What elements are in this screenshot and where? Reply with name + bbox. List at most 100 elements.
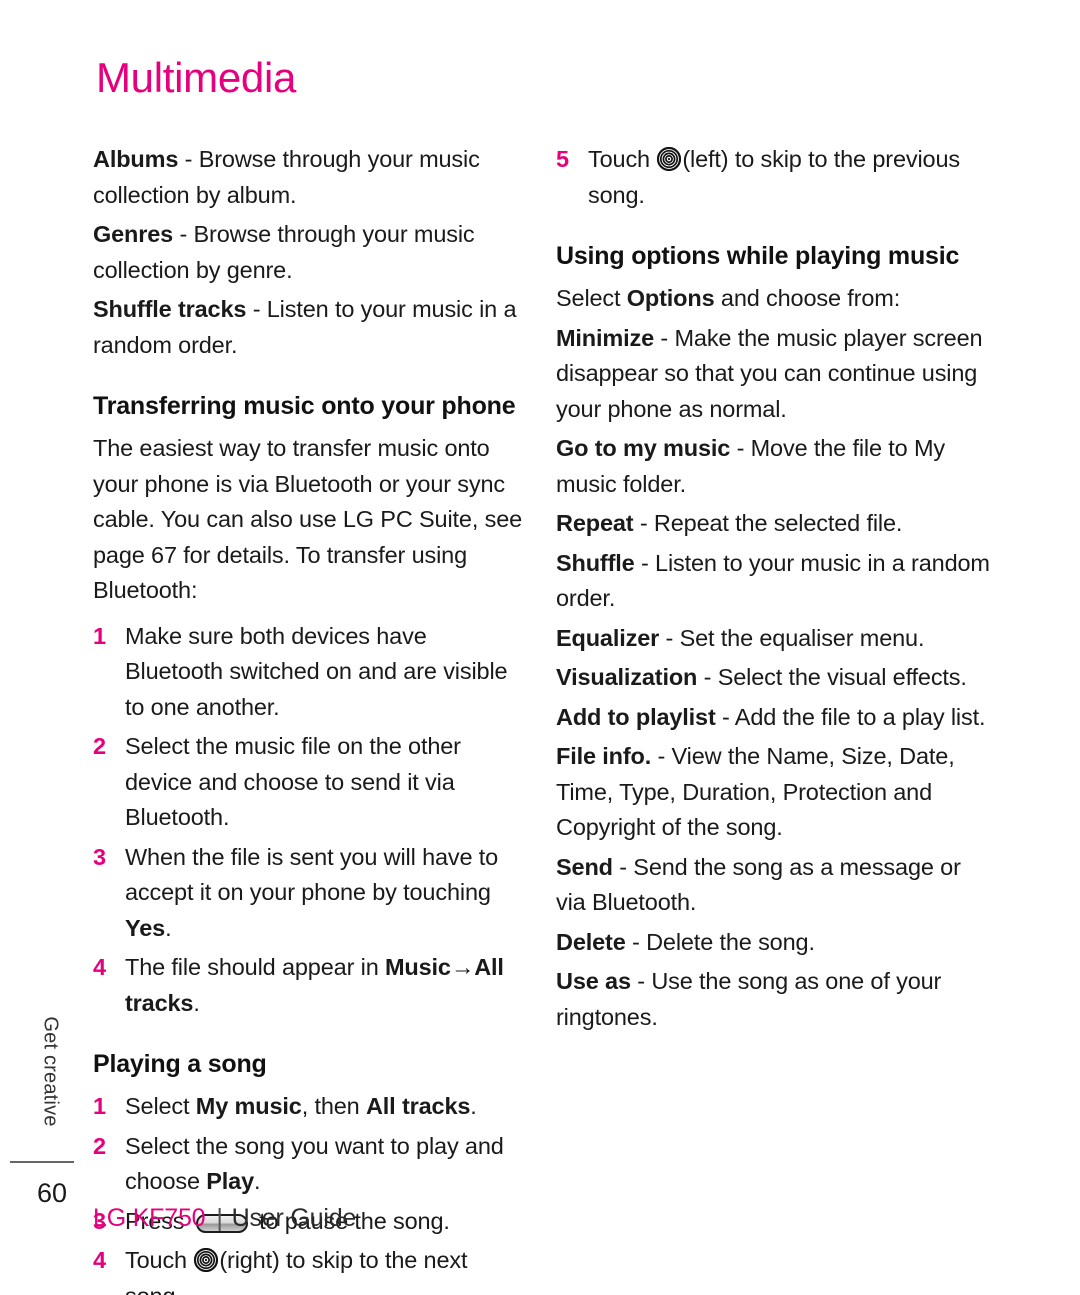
option-use-as: Use as - Use the song as one of your rin…	[556, 964, 992, 1035]
option-delete: Delete - Delete the song.	[556, 925, 992, 961]
page-title: Multimedia	[96, 54, 297, 101]
heading-using-options: Using options while playing music	[556, 242, 960, 270]
list-marker: 4	[93, 954, 106, 980]
list-item-text-end: .	[193, 989, 200, 1016]
dash: -	[654, 324, 675, 351]
list-item-text: Touch	[125, 1247, 194, 1273]
footer-separator: |	[216, 1204, 223, 1232]
list-item: 2 Select the music file on the other dev…	[93, 729, 529, 836]
dash: -	[630, 968, 652, 994]
ui-label-music: Music	[385, 954, 451, 980]
list-item: 1 Make sure both devices have Bluetooth …	[93, 619, 529, 726]
list-item-text: Select the song you want to play and cho…	[125, 1132, 504, 1195]
dash: -	[634, 549, 656, 576]
option-desc-equalizer: Set the equaliser menu.	[679, 624, 925, 651]
dash: -	[730, 435, 751, 461]
list-marker: 3	[93, 843, 106, 870]
list-item: 3 When the file is sent you will have to…	[93, 840, 529, 947]
left-column: Albums - Browse through your music colle…	[93, 142, 529, 1295]
option-desc-repeat: Repeat the selected file.	[653, 510, 903, 536]
list-item-text-end: .	[254, 1168, 261, 1194]
list-item: 2 Select the song you want to play and c…	[93, 1129, 529, 1200]
option-term-visualization: Visualization	[556, 664, 698, 690]
option-term-add-to-playlist: Add to playlist	[556, 703, 716, 730]
list-item-text: The file should appear in	[125, 954, 385, 980]
section-tab-label: Get creative	[39, 1016, 62, 1127]
option-desc-delete: Delete the song.	[646, 928, 815, 955]
options-intro-pre: Select	[556, 285, 627, 311]
option-desc-add-to-playlist: Add the file to a play list.	[734, 703, 986, 730]
section-tab-divider	[10, 1161, 74, 1163]
ui-label-my-music: My music	[195, 1093, 302, 1119]
options-intro-paragraph: Select Options and choose from:	[556, 281, 992, 317]
option-go-to-my-music: Go to my music - Move the file to My mus…	[556, 431, 992, 502]
dash: -	[612, 853, 634, 880]
option-shuffle: Shuffle - Listen to your music in a rand…	[556, 546, 992, 617]
ui-label-options: Options	[626, 285, 715, 311]
dash: -	[651, 743, 672, 769]
definition-term-genres: Genres	[93, 221, 174, 247]
option-equalizer: Equalizer - Set the equaliser menu.	[556, 621, 992, 657]
list-item-text-mid: , then	[301, 1093, 366, 1119]
dash: -	[715, 703, 735, 730]
dash: -	[173, 221, 194, 247]
list-item-text: Touch	[588, 146, 657, 172]
list-item-text: When the file is sent you will have to a…	[125, 843, 499, 906]
option-term-repeat: Repeat	[556, 510, 634, 536]
footer-guide-label: User Guide	[231, 1204, 357, 1232]
definition-albums: Albums - Browse through your music colle…	[93, 142, 529, 213]
heading-playing-a-song: Playing a song	[93, 1050, 267, 1078]
list-marker: 5	[556, 146, 569, 172]
arrow-right-icon: →	[450, 954, 475, 980]
section-tab: Get creative	[10, 988, 80, 1188]
option-visualization: Visualization - Select the visual effect…	[556, 660, 992, 696]
touch-wheel-target-icon	[194, 1248, 219, 1272]
dash: -	[625, 928, 647, 955]
list-marker: 1	[93, 1093, 106, 1119]
option-term-file-info: File info.	[556, 743, 652, 769]
list-item-text: Make sure both devices have Bluetooth sw…	[125, 622, 508, 720]
definition-shuffle-tracks: Shuffle tracks - Listen to your music in…	[93, 292, 529, 363]
list-item-text: Select	[125, 1093, 196, 1119]
ui-label-yes: Yes	[125, 914, 166, 941]
option-term-shuffle: Shuffle	[556, 549, 635, 576]
option-send: Send - Send the song as a message or via…	[556, 850, 992, 921]
dash: -	[659, 624, 680, 651]
dash: -	[178, 146, 199, 172]
list-item-text-end: .	[470, 1093, 477, 1119]
dash: -	[633, 510, 654, 536]
list-marker: 4	[93, 1247, 106, 1273]
option-term-minimize: Minimize	[556, 324, 655, 351]
list-item: 1 Select My music, then All tracks.	[93, 1089, 529, 1125]
list-marker: 2	[93, 1132, 106, 1159]
list-item: 4 Touch (right) to skip to the next song…	[93, 1243, 529, 1295]
definition-term-albums: Albums	[93, 146, 179, 172]
ui-label-all-tracks: All tracks	[365, 1093, 471, 1119]
definition-term-shuffle-tracks: Shuffle tracks	[93, 296, 247, 322]
list-item-text: Select the music file on the other devic…	[125, 733, 461, 830]
touch-wheel-target-icon	[657, 147, 682, 171]
transfer-intro-paragraph: The easiest way to transfer music onto y…	[93, 435, 523, 603]
list-marker: 2	[93, 733, 106, 759]
footer: LG KF750 | User Guide	[93, 1204, 356, 1233]
heading-transferring-music: Transferring music onto your phone	[93, 392, 516, 420]
dash: -	[246, 296, 267, 322]
option-minimize: Minimize - Make the music player screen …	[556, 321, 992, 428]
footer-brand: LG KF750	[93, 1204, 206, 1232]
list-marker: 1	[93, 622, 106, 649]
option-term-send: Send	[556, 853, 613, 880]
manual-page: Multimedia Get creative 60 Albums - Brow…	[0, 0, 1080, 1295]
option-desc-visualization: Select the visual effects.	[717, 664, 967, 690]
option-term-use-as: Use as	[556, 968, 631, 994]
list-item: 4 The file should appear in Music→All tr…	[93, 950, 529, 1021]
option-term-delete: Delete	[556, 928, 626, 955]
option-term-go-to-my-music: Go to my music	[556, 435, 731, 461]
list-item: 5 Touch (left) to skip to the previous s…	[556, 142, 992, 213]
right-column: 5 Touch (left) to skip to the previous s…	[556, 142, 992, 1039]
option-file-info: File info. - View the Name, Size, Date, …	[556, 739, 992, 846]
options-intro-post: and choose from:	[714, 285, 901, 311]
page-number: 60	[36, 1178, 68, 1208]
option-add-to-playlist: Add to playlist - Add the file to a play…	[556, 700, 992, 736]
